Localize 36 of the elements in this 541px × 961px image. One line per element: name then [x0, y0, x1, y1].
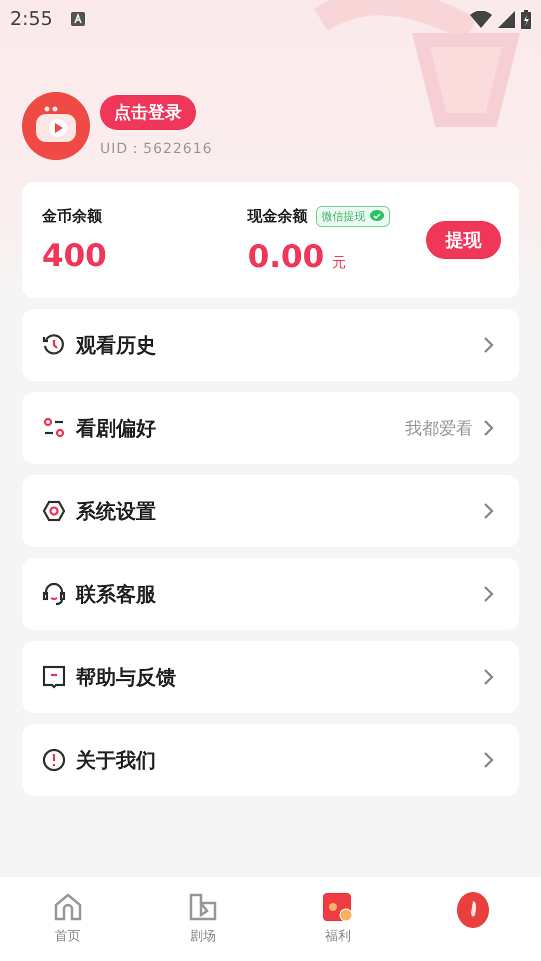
menu-item[interactable]: 观看历史 [22, 309, 519, 381]
cash-balance-value: 0.00 [248, 238, 324, 274]
feedback-icon [42, 665, 66, 689]
keyboard-icon [70, 12, 85, 26]
menu-item[interactable]: 联系客服 [22, 558, 519, 630]
login-button[interactable]: 点击登录 [100, 94, 196, 130]
headset-icon [42, 582, 66, 606]
preference-icon [42, 416, 66, 440]
history-icon [42, 333, 66, 357]
wifi-icon [470, 10, 492, 28]
wechat-withdraw-badge: 微信提现 [316, 206, 390, 226]
chevron-right-icon [483, 585, 495, 603]
profile-blob-icon [455, 891, 492, 929]
menu-item[interactable]: 帮助与反馈 [22, 641, 519, 713]
preference-value: 我都爱看 [405, 418, 473, 440]
user-id: UID：5622616 [100, 140, 213, 158]
menu-item[interactable]: 系统设置 [22, 475, 519, 547]
info-icon [42, 748, 66, 772]
currency-unit: 元 [332, 254, 346, 272]
signal-icon [498, 10, 515, 28]
chevron-right-icon [483, 419, 495, 437]
chevron-right-icon [483, 751, 495, 769]
wechat-icon [370, 210, 384, 222]
withdraw-button[interactable]: 提现 [426, 221, 502, 259]
app-logo-avatar [22, 92, 90, 160]
coin-balance-value: 400 [42, 238, 108, 274]
chevron-right-icon [483, 502, 495, 520]
menu-item[interactable]: 关于我们 [22, 724, 519, 796]
chevron-right-icon [483, 668, 495, 686]
coin-balance-label: 金币余额 [42, 206, 103, 226]
cash-balance-label: 现金余额 [248, 206, 308, 226]
settings-icon [42, 499, 66, 523]
status-time: 2:55 [10, 8, 53, 30]
chevron-right-icon [483, 336, 495, 354]
menu-item[interactable]: 看剧偏好 我都爱看 [22, 392, 519, 464]
battery-icon [521, 10, 531, 28]
